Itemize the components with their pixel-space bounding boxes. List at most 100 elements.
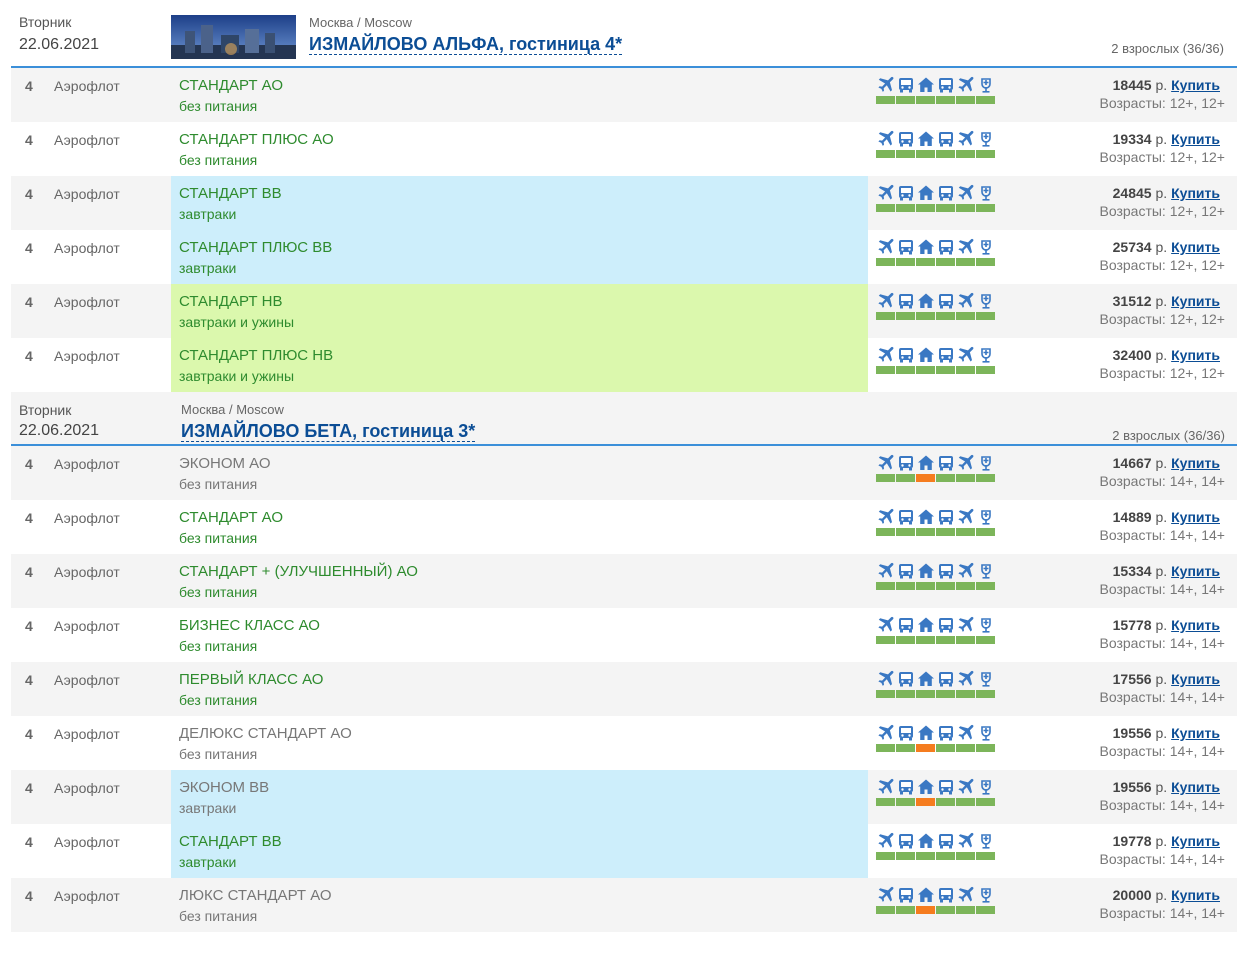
airline: Аэрофлот (54, 888, 120, 904)
offer-row: 4 Аэрофлот СТАНДАРТ ПЛЮС ВВ завтраки 25734 р… (11, 230, 1237, 284)
buy-link[interactable]: Купить (1171, 293, 1220, 309)
status-bar (876, 852, 895, 860)
status-bar (916, 96, 935, 104)
room-cell: СТАНДАРТ + (УЛУЧШЕННЫЙ) АО без питания (171, 554, 868, 608)
service-icons (876, 292, 996, 320)
offer-row: 4 Аэрофлот СТАНДАРТ + (УЛУЧШЕННЫЙ) АО без п… (11, 554, 1237, 608)
plane-out-icon (877, 616, 895, 634)
bus-back-icon (937, 724, 955, 742)
status-bar (956, 798, 975, 806)
hotel-icon (917, 508, 935, 526)
hotel-title-link[interactable]: ИЗМАЙЛОВО АЛЬФА, гостиница 4* (309, 34, 623, 55)
service-icons (876, 778, 996, 806)
price-block: 19778 р. Купить (1113, 833, 1220, 849)
status-bar (936, 474, 955, 482)
airline: Аэрофлот (54, 348, 120, 364)
status-bar (876, 906, 895, 914)
plane-back-icon (957, 562, 975, 580)
price-value: 19556 (1112, 725, 1152, 741)
hotel-title-link[interactable]: ИЗМАЙЛОВО БЕТА, гостиница 3* (181, 421, 476, 442)
bus-icon (897, 238, 915, 256)
ages-info: Возрасты: 14+, 14+ (1099, 527, 1226, 543)
bus-icon (897, 292, 915, 310)
tour-results: Вторник 22.06.2021 Москва / Moscow ИЗМАЙ… (0, 0, 1252, 960)
meal-plan: без питания (179, 530, 258, 546)
bus-back-icon (937, 508, 955, 526)
meal-plan: без питания (179, 476, 258, 492)
buy-link[interactable]: Купить (1171, 725, 1220, 741)
room-type: ЭКОНОМ АО (179, 455, 271, 472)
price-block: 25734 р. Купить (1113, 239, 1220, 255)
airline: Аэрофлот (54, 726, 120, 742)
room-type: СТАНДАРТ ПЛЮС ВВ (179, 239, 333, 256)
status-bar (896, 528, 915, 536)
buy-link[interactable]: Купить (1171, 239, 1220, 255)
ages-info: Возрасты: 14+, 14+ (1099, 473, 1226, 489)
room-cell: СТАНДАРТ НВ завтраки и ужины (171, 284, 868, 338)
room-type: ДЕЛЮКС СТАНДАРТ АО (179, 725, 352, 742)
room-cell: ЛЮКС СТАНДАРТ АО без питания (171, 878, 868, 932)
status-bar (916, 366, 935, 374)
room-type: СТАНДАРТ ПЛЮС АО (179, 131, 334, 148)
buy-link[interactable]: Купить (1171, 617, 1220, 633)
bus-icon (897, 130, 915, 148)
status-bar (916, 636, 935, 644)
room-type: СТАНДАРТ ВВ (179, 833, 282, 850)
status-bar (896, 312, 915, 320)
buy-link[interactable]: Купить (1171, 563, 1220, 579)
buy-link[interactable]: Купить (1171, 509, 1220, 525)
status-bar (876, 528, 895, 536)
plane-back-icon (957, 292, 975, 310)
status-bar (956, 528, 975, 536)
status-bar (956, 474, 975, 482)
plane-back-icon (957, 832, 975, 850)
buy-link[interactable]: Купить (1171, 779, 1220, 795)
status-bar (936, 528, 955, 536)
room-cell: БИЗНЕС КЛАСС АО без питания (171, 608, 868, 662)
buy-link[interactable]: Купить (1171, 455, 1220, 471)
tour-date: 22.06.2021 (19, 36, 100, 53)
hotel-photo[interactable] (171, 15, 296, 59)
buy-link[interactable]: Купить (1171, 347, 1220, 363)
price-block: 14889 р. Купить (1113, 509, 1220, 525)
currency: р. (1155, 563, 1168, 579)
service-icons (876, 130, 996, 158)
status-bar (916, 312, 935, 320)
status-bar (896, 258, 915, 266)
buy-link[interactable]: Купить (1171, 833, 1220, 849)
status-bar (956, 366, 975, 374)
status-bar (896, 474, 915, 482)
meal-plan: без питания (179, 908, 258, 924)
status-bar (936, 312, 955, 320)
buy-link[interactable]: Купить (1171, 671, 1220, 687)
bus-back-icon (937, 184, 955, 202)
meal-plan: завтраки (179, 206, 237, 222)
hotel-icon (917, 238, 935, 256)
buy-link[interactable]: Купить (1171, 185, 1220, 201)
buy-link[interactable]: Купить (1171, 131, 1220, 147)
status-bar (876, 366, 895, 374)
plane-back-icon (957, 346, 975, 364)
hotel-icon (917, 562, 935, 580)
service-icons (876, 616, 996, 644)
ages-info: Возрасты: 14+, 14+ (1099, 581, 1226, 597)
room-type: ПЕРВЫЙ КЛАСС АО (179, 671, 324, 688)
price-block: 20000 р. Купить (1113, 887, 1220, 903)
bus-back-icon (937, 292, 955, 310)
plane-back-icon (957, 76, 975, 94)
status-bar (936, 582, 955, 590)
buy-link[interactable]: Купить (1171, 77, 1220, 93)
status-bar (916, 474, 935, 482)
status-bar (956, 744, 975, 752)
airline: Аэрофлот (54, 294, 120, 310)
hotel-icon (917, 292, 935, 310)
status-bar (936, 690, 955, 698)
buy-link[interactable]: Купить (1171, 887, 1220, 903)
nights-count: 4 (25, 348, 33, 364)
price-block: 15778 р. Купить (1113, 617, 1220, 633)
offer-row: 4 Аэрофлот ДЕЛЮКС СТАНДАРТ АО без питания 19… (11, 716, 1237, 770)
room-cell: СТАНДАРТ ПЛЮС ВВ завтраки (171, 230, 868, 284)
room-cell: СТАНДАРТ АО без питания (171, 500, 868, 554)
ages-info: Возрасты: 12+, 12+ (1099, 365, 1226, 381)
status-bar (936, 204, 955, 212)
